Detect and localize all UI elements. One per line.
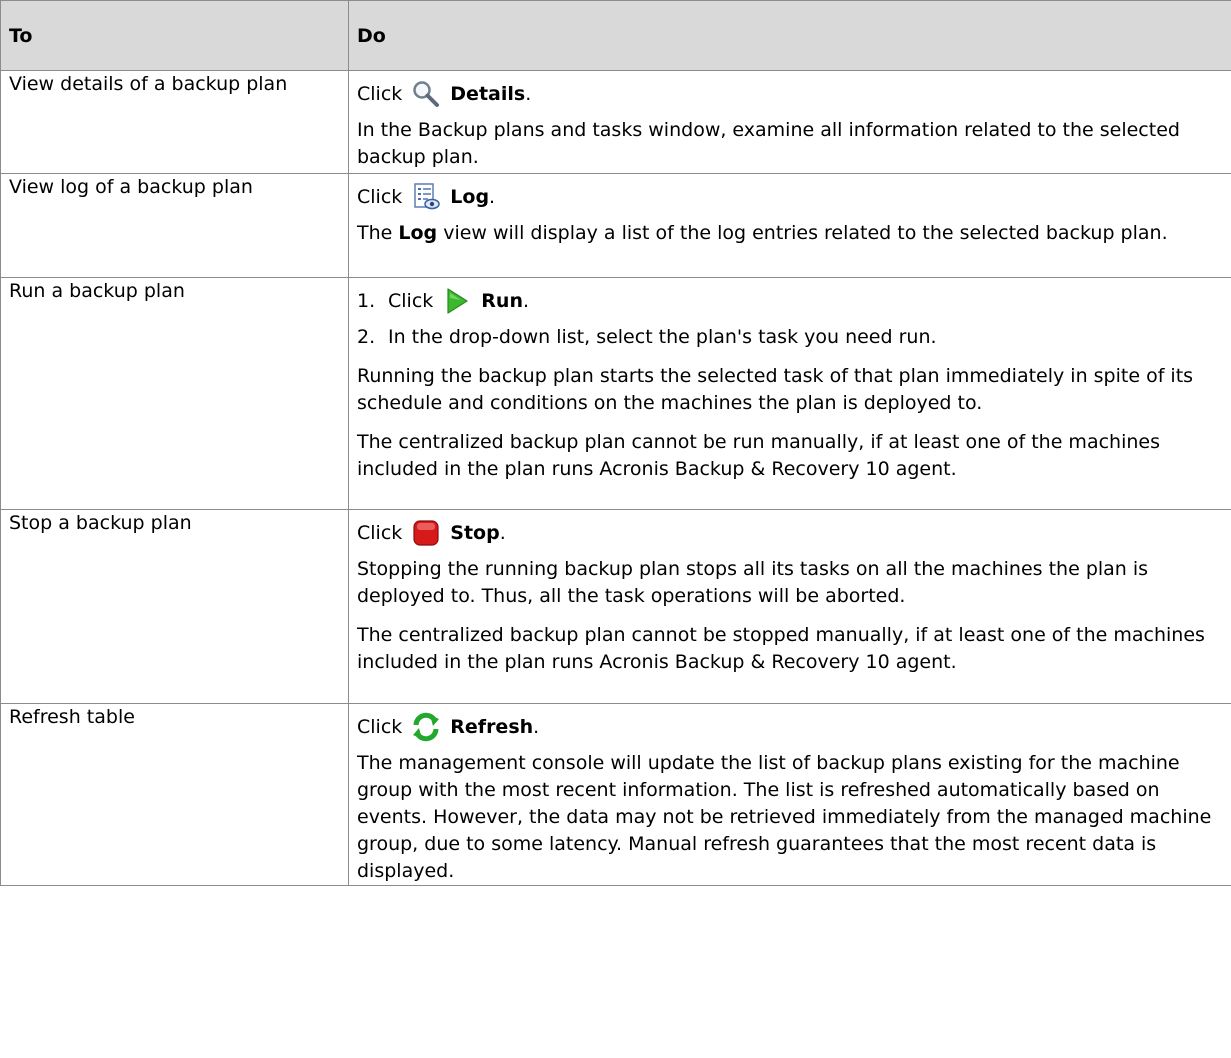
description-text: Running the backup plan starts the selec… — [357, 365, 1194, 414]
text-segment: view will display a list of the log entr… — [437, 222, 1168, 244]
refresh-button-label[interactable]: Refresh — [450, 716, 533, 738]
magnifier-icon[interactable] — [406, 77, 446, 111]
table-row: Refresh table Click Refresh. The managem… — [0, 703, 1231, 886]
log-view-bold: Log — [398, 222, 438, 244]
description-text: The Log view will display a list of the … — [357, 220, 1231, 247]
period-text: . — [525, 83, 532, 105]
green-refresh-icon[interactable] — [406, 710, 446, 744]
click-text: Click — [357, 522, 403, 544]
click-text: Click — [388, 290, 434, 312]
description-cell: Click Details. In the Backup plans and t… — [348, 70, 1231, 174]
action-label: View details of a backup plan — [9, 73, 288, 95]
step-number: 2. — [357, 326, 376, 348]
instruction-line: Click Log. — [357, 174, 1231, 220]
action-label: Stop a backup plan — [9, 512, 192, 534]
table-row: View details of a backup plan Click Deta… — [0, 70, 1231, 174]
description-text: The centralized backup plan cannot be ru… — [357, 431, 1160, 480]
action-label: Run a backup plan — [9, 280, 185, 302]
stop-button-label[interactable]: Stop — [450, 522, 499, 544]
red-stop-icon[interactable] — [406, 516, 446, 550]
description-cell: Click Log. The Log view will display a l… — [348, 173, 1231, 278]
action-label: Refresh table — [9, 706, 135, 728]
column-header-to: To — [0, 0, 349, 71]
column-header-do: Do — [348, 0, 1231, 71]
period-text: . — [489, 186, 496, 208]
action-cell: Refresh table — [0, 703, 349, 886]
instruction-line: Click Stop. — [357, 510, 1231, 556]
description-text: In the Backup plans and tasks window, ex… — [357, 119, 1180, 168]
description-cell: 1. Click Run. 2. In the drop-down list, s… — [348, 277, 1231, 510]
instruction-line: 1. Click Run. — [357, 278, 1231, 324]
click-text: Click — [357, 83, 403, 105]
table-row: Stop a backup plan Click Stop. Stopping … — [0, 509, 1231, 704]
green-play-icon[interactable] — [437, 284, 477, 318]
actions-table: To Do View details of a backup plan Clic… — [0, 0, 1231, 886]
log-button-label[interactable]: Log — [450, 186, 489, 208]
period-text: . — [522, 290, 530, 312]
table-row: Run a backup plan 1. Click Run. 2. In the… — [0, 277, 1231, 510]
details-button-label[interactable]: Details — [450, 83, 525, 105]
description-cell: Click Stop. Stopping the running backup … — [348, 509, 1231, 704]
log-document-icon[interactable] — [406, 180, 446, 214]
instruction-line: Click Details. — [357, 71, 1231, 117]
description-text: The management console will update the l… — [357, 752, 1212, 882]
step-number: 1. — [357, 290, 376, 312]
table-header-row: To Do — [0, 0, 1231, 71]
period-text: . — [533, 716, 540, 738]
description-cell: Click Refresh. The management console wi… — [348, 703, 1231, 886]
click-text: Click — [357, 716, 403, 738]
action-label: View log of a backup plan — [9, 176, 253, 198]
click-text: Click — [357, 186, 403, 208]
step-text: In the drop-down list, select the plan's… — [388, 326, 937, 348]
action-cell: View log of a backup plan — [0, 173, 349, 278]
period-text: . — [499, 522, 506, 544]
description-text: Stopping the running backup plan stops a… — [357, 558, 1149, 607]
table-row: View log of a backup plan Click Log. The… — [0, 173, 1231, 278]
step-line: 2. In the drop-down list, select the plan… — [357, 324, 1231, 351]
action-cell: View details of a backup plan — [0, 70, 349, 174]
run-button-label[interactable]: Run — [481, 290, 523, 312]
action-cell: Run a backup plan — [0, 277, 349, 510]
instruction-line: Click Refresh. — [357, 704, 1231, 750]
description-text: The centralized backup plan cannot be st… — [357, 624, 1205, 673]
action-cell: Stop a backup plan — [0, 509, 349, 704]
text-segment: The — [357, 222, 399, 244]
